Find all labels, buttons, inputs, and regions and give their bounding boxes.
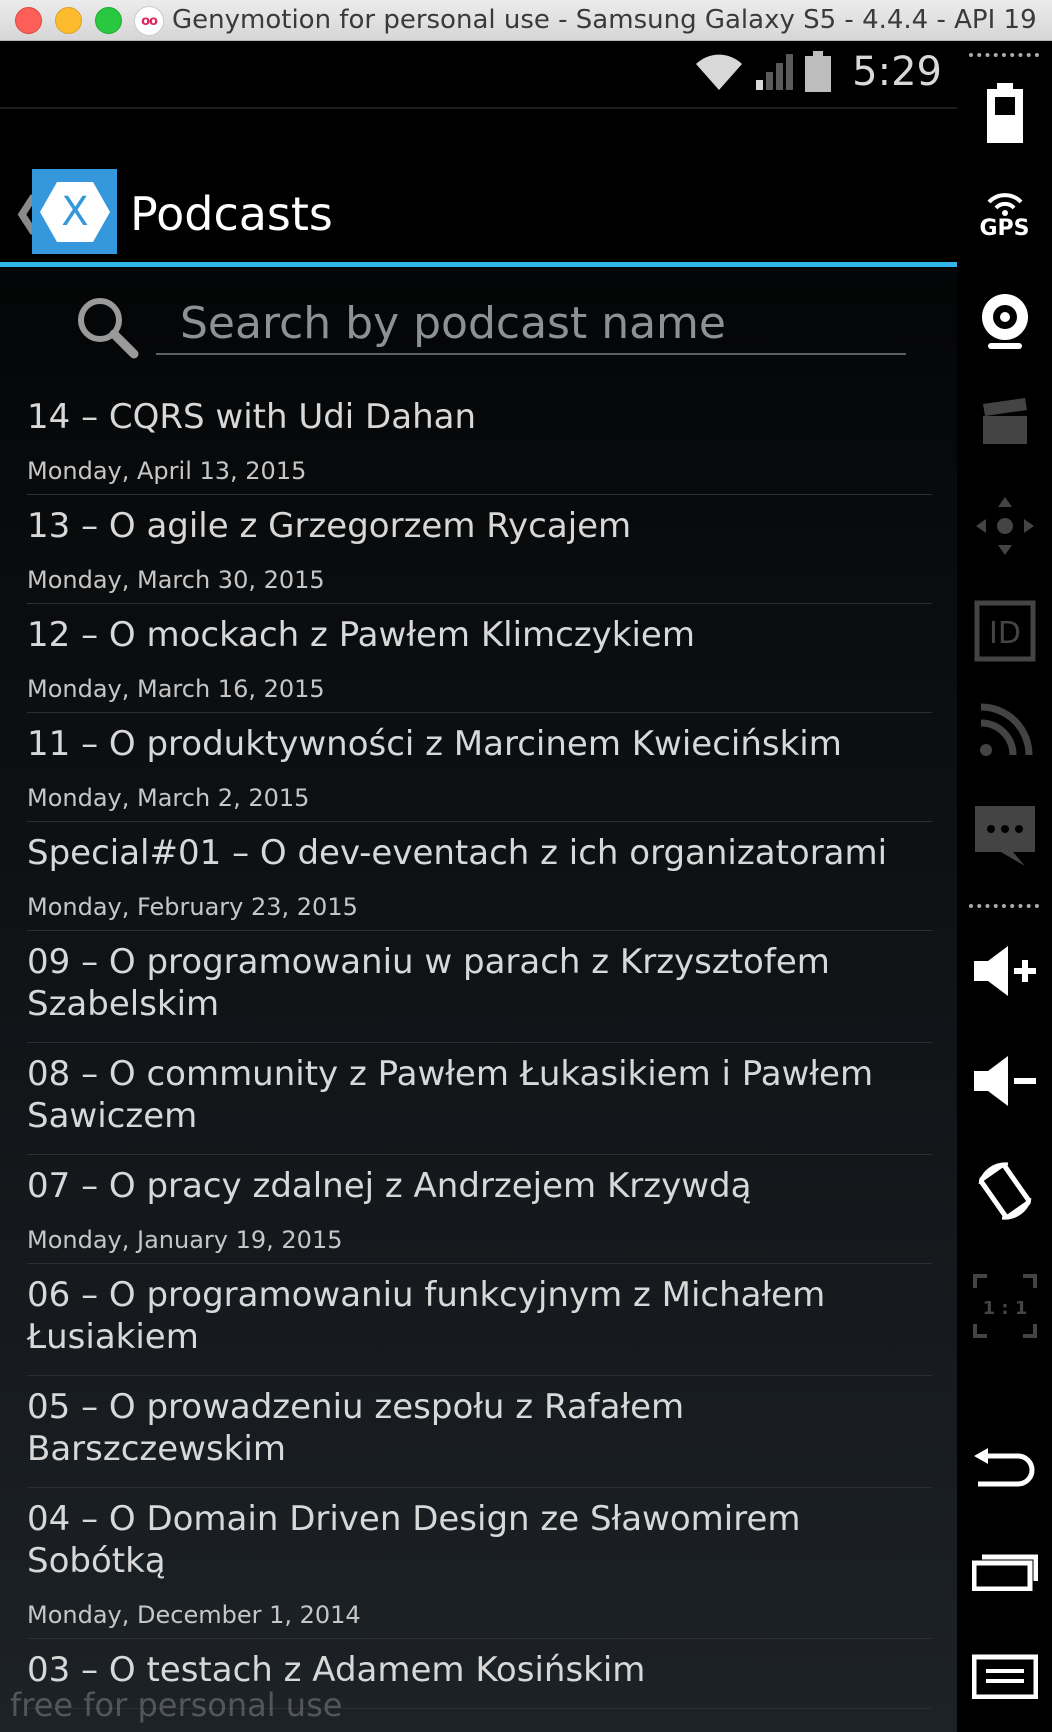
podcast-title: 08 – O community z Pawłem Łukasikiem i P… (27, 1054, 874, 1136)
window-zoom-button[interactable] (95, 7, 122, 34)
podcast-date: Monday, April 13, 2015 (27, 457, 307, 485)
podcast-list-item[interactable]: 08 – O community z Pawłem Łukasikiem i P… (27, 1043, 932, 1155)
pixel-perfect-button[interactable]: 1 : 1 (957, 1266, 1052, 1346)
volume-up-icon (973, 946, 1036, 996)
capture-button[interactable] (957, 386, 1052, 456)
logo-letter: X (61, 189, 88, 235)
podcast-title: 04 – O Domain Driven Design ze Sławomire… (27, 1499, 801, 1581)
wifi-icon (696, 54, 743, 90)
remote-control-icon (979, 703, 1032, 756)
podcast-list-item[interactable]: 06 – O programowaniu funkcyjnym z Michał… (27, 1264, 932, 1376)
podcast-date: Monday, March 16, 2015 (27, 675, 325, 703)
podcast-title: 09 – O programowaniu w parach z Krzyszto… (27, 942, 830, 1024)
device-screen: 5:29 ❮ X Podcasts 14 – CQRS with Udi Dah… (0, 41, 957, 1732)
recent-apps-icon (971, 1554, 1038, 1591)
dpad-icon (975, 497, 1034, 555)
toolbar-grip-middle (969, 904, 1039, 908)
signal-icon (756, 54, 794, 90)
podcast-date: Monday, March 30, 2015 (27, 566, 325, 594)
search-input[interactable] (156, 293, 906, 355)
webcam-icon (981, 294, 1028, 349)
menu-button[interactable] (957, 1641, 1052, 1711)
search-bar (0, 267, 957, 387)
back-button[interactable] (957, 1431, 1052, 1511)
menu-icon (971, 1654, 1038, 1699)
podcast-title: 12 – O mockach z Pawłem Klimczykiem (27, 615, 695, 655)
podcast-list-item[interactable]: Special#01 – O dev-eventach z ich organi… (27, 822, 932, 931)
genymotion-app-icon: oo (134, 6, 164, 36)
gps-button[interactable]: GPS (957, 181, 1052, 251)
podcast-list-item[interactable]: 07 – O pracy zdalnej z Andrzejem Krzywdą… (27, 1155, 932, 1264)
podcast-title: 07 – O pracy zdalnej z Andrzejem Krzywdą (27, 1166, 752, 1206)
window-titlebar: oo Genymotion for personal use - Samsung… (0, 0, 1052, 41)
xamarin-logo-icon[interactable]: X (32, 169, 117, 254)
battery-button[interactable] (957, 79, 1052, 149)
device-id-icon: ID (974, 600, 1035, 662)
device-id-button[interactable]: ID (957, 596, 1052, 666)
podcast-title: Special#01 – O dev-eventach z ich organi… (27, 833, 888, 873)
recent-apps-button[interactable] (957, 1536, 1052, 1606)
toolbar-grip-top (969, 53, 1039, 57)
podcast-list-item[interactable]: 05 – O prowadzeniu zespołu z Rafałem Bar… (27, 1376, 932, 1488)
pixel-perfect-icon: 1 : 1 (972, 1274, 1037, 1338)
gps-icon (987, 192, 1022, 216)
search-icon (78, 298, 139, 359)
volume-down-button[interactable] (957, 1041, 1052, 1121)
sms-button[interactable] (957, 796, 1052, 876)
capture-icon (982, 398, 1027, 444)
podcast-list-item[interactable]: 12 – O mockach z Pawłem Klimczykiem Monda… (27, 604, 932, 713)
rotate-icon (978, 1162, 1031, 1220)
podcast-list: 14 – CQRS with Udi Dahan Monday, April 13… (27, 386, 932, 1709)
podcast-list-item[interactable]: 11 – O produktywności z Marcinem Kwieciń… (27, 713, 932, 822)
podcast-list-item[interactable]: 14 – CQRS with Udi Dahan Monday, April 13… (27, 386, 932, 495)
battery-icon (986, 83, 1023, 143)
status-clock: 5:29 (852, 49, 942, 95)
podcast-date: Monday, December 1, 2014 (27, 1601, 361, 1629)
podcast-title: 14 – CQRS with Udi Dahan (27, 397, 477, 437)
window-close-button[interactable] (15, 7, 42, 34)
podcast-title: 13 – O agile z Grzegorzem Rycajem (27, 506, 632, 546)
status-bar: 5:29 (0, 41, 957, 109)
remote-control-button[interactable] (957, 696, 1052, 766)
podcast-title: 11 – O produktywności z Marcinem Kwieciń… (27, 724, 842, 764)
podcast-date: Monday, March 2, 2015 (27, 784, 310, 812)
podcast-title: 06 – O programowaniu funkcyjnym z Michał… (27, 1275, 826, 1357)
window-title: Genymotion for personal use - Samsung Ga… (172, 5, 1042, 35)
battery-status-icon (805, 51, 832, 92)
podcast-title: 05 – O prowadzeniu zespołu z Rafałem Bar… (27, 1387, 685, 1469)
id-label: ID (989, 616, 1021, 651)
scale-label: 1 : 1 (982, 1298, 1027, 1319)
podcast-date: Monday, February 23, 2015 (27, 893, 358, 921)
dpad-button[interactable] (957, 486, 1052, 566)
action-bar: ❮ X Podcasts (0, 109, 957, 267)
watermark-text: free for personal use (10, 1686, 343, 1724)
emulator-toolbar: GPS ID 1: 1 (957, 41, 1052, 1732)
window-minimize-button[interactable] (55, 7, 82, 34)
gps-label: GPS (979, 215, 1030, 241)
back-icon (973, 1448, 1034, 1487)
webcam-button[interactable] (957, 281, 1052, 361)
sms-icon (974, 806, 1035, 866)
podcast-list-item[interactable]: 09 – O programowaniu w parach z Krzyszto… (27, 931, 932, 1043)
volume-down-icon (973, 1056, 1036, 1106)
podcast-list-item[interactable]: 13 – O agile z Grzegorzem Rycajem Monday,… (27, 495, 932, 604)
rotate-button[interactable] (957, 1146, 1052, 1236)
podcast-date: Monday, January 19, 2015 (27, 1226, 343, 1254)
page-title: Podcasts (130, 187, 333, 241)
volume-up-button[interactable] (957, 931, 1052, 1011)
podcast-list-item[interactable]: 04 – O Domain Driven Design ze Sławomire… (27, 1488, 932, 1639)
